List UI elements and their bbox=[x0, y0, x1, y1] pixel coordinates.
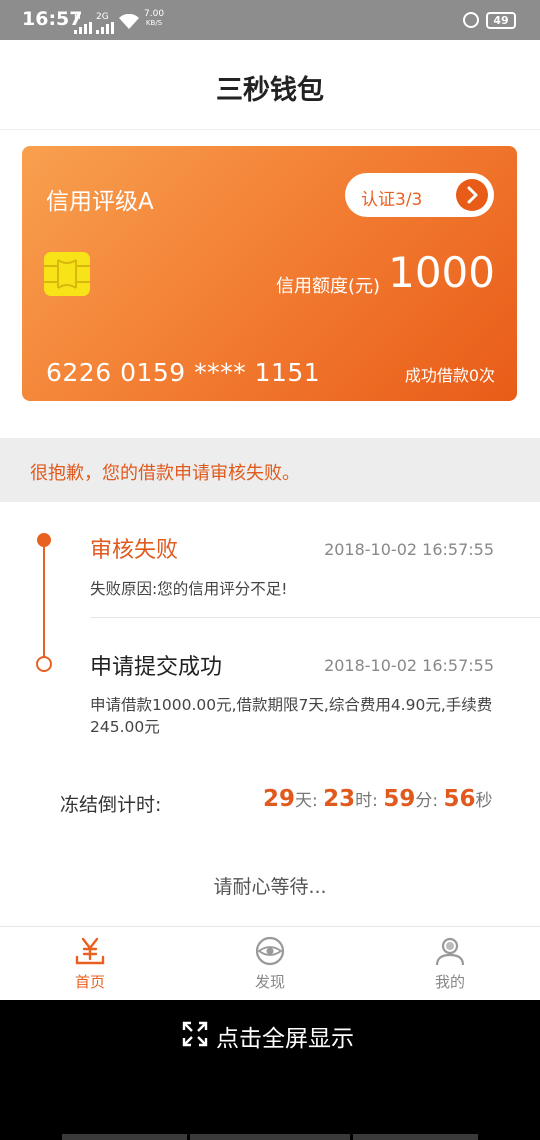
timeline-item-time: 2018-10-02 16:57:55 bbox=[324, 540, 494, 559]
timeline-item-time: 2018-10-02 16:57:55 bbox=[324, 656, 494, 675]
countdown-seconds: 56 bbox=[443, 786, 476, 812]
speed-value: 7.00 bbox=[144, 9, 165, 19]
countdown-minutes: 59 bbox=[383, 786, 416, 812]
countdown-hours-unit: 时: bbox=[355, 791, 378, 811]
timeline-item-description: 失败原因:您的信用评分不足! bbox=[90, 580, 288, 598]
countdown-days: 29 bbox=[263, 786, 296, 812]
credit-card: 信用评级A 认证3/3 信用额度(元) 1000 6226 0159 **** … bbox=[22, 146, 517, 401]
timeline-dot-hollow bbox=[36, 656, 52, 672]
expand-icon bbox=[182, 1021, 208, 1047]
card-number: 6226 0159 **** 1151 bbox=[46, 358, 321, 387]
system-nav-bar bbox=[190, 1134, 350, 1140]
fullscreen-bar[interactable]: 点击全屏显示 bbox=[0, 1000, 540, 1140]
discover-icon bbox=[255, 936, 285, 966]
signal-2-label: 2G bbox=[96, 12, 109, 22]
navigation-bar: 三秒钱包 bbox=[0, 40, 540, 130]
card-chip-icon bbox=[44, 252, 90, 296]
battery-icon: 49 bbox=[486, 12, 516, 29]
system-nav-bar bbox=[62, 1134, 187, 1140]
profile-icon bbox=[435, 937, 465, 966]
chevron-right-icon bbox=[456, 179, 488, 211]
tab-profile[interactable]: 我的 bbox=[360, 927, 540, 1001]
timeline-item-title: 审核失败 bbox=[90, 538, 179, 563]
system-nav-bar bbox=[353, 1134, 478, 1140]
timeline-divider bbox=[90, 617, 540, 618]
certification-button[interactable]: 认证3/3 bbox=[345, 173, 494, 217]
timeline-item-description: 申请借款1000.00元,借款期限7天,综合费用4.90元,手续费245.00元 bbox=[90, 696, 493, 736]
signal-1-label: H bbox=[74, 12, 81, 22]
countdown-hours: 23 bbox=[323, 786, 356, 812]
bottom-tab-bar: 首页 发现 我的 bbox=[0, 926, 540, 1000]
fullscreen-label: 点击全屏显示 bbox=[216, 1026, 354, 1052]
countdown-seconds-unit: 秒 bbox=[475, 791, 493, 811]
battery-level: 49 bbox=[493, 14, 509, 27]
wifi-icon bbox=[119, 14, 139, 29]
signal-2-icon bbox=[96, 22, 114, 34]
credit-rating: 信用评级A bbox=[46, 189, 154, 215]
tab-label: 发现 bbox=[254, 973, 285, 991]
yen-icon bbox=[75, 937, 105, 965]
tab-label: 我的 bbox=[434, 973, 465, 991]
speed-unit: KB/S bbox=[145, 19, 163, 27]
page-title: 三秒钱包 bbox=[216, 75, 324, 106]
success-loan-count: 成功借款0次 bbox=[404, 366, 495, 385]
wait-message: 请耐心等待... bbox=[213, 876, 327, 898]
countdown-minutes-unit: 分: bbox=[415, 791, 439, 811]
timeline-connector bbox=[43, 540, 45, 662]
tab-label: 首页 bbox=[74, 973, 105, 991]
timeline-dot-filled bbox=[37, 533, 51, 547]
credit-limit-label: 信用额度(元) bbox=[276, 276, 381, 297]
freeze-countdown-label: 冻结倒计时: bbox=[60, 794, 162, 816]
credit-limit-value: 1000 bbox=[388, 248, 495, 297]
tab-home[interactable]: 首页 bbox=[0, 927, 180, 1001]
failure-notice: 很抱歉，您的借款申请审核失败。 bbox=[0, 438, 540, 502]
freeze-countdown: 29天: 23时: 59分: 56秒 bbox=[263, 786, 492, 812]
certification-label: 认证3/3 bbox=[361, 190, 423, 210]
tab-discover[interactable]: 发现 bbox=[180, 927, 360, 1001]
countdown-days-unit: 天: bbox=[295, 791, 318, 811]
rotation-lock-icon bbox=[463, 12, 479, 28]
failure-notice-text: 很抱歉，您的借款申请审核失败。 bbox=[30, 463, 300, 484]
status-bar: 16:57 H 2G 7.00 KB/S 49 bbox=[0, 0, 540, 40]
network-speed: 7.00 KB/S bbox=[144, 10, 164, 28]
timeline-item-title: 申请提交成功 bbox=[90, 655, 223, 680]
signal-1-icon bbox=[74, 22, 92, 34]
